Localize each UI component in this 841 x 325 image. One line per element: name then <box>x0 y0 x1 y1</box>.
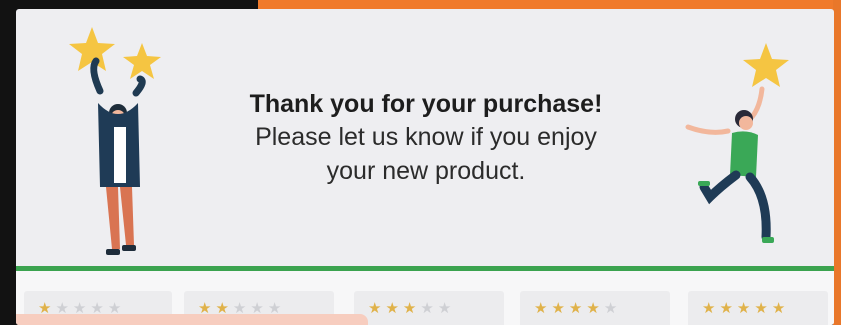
message-line-1: Please let us know if you enjoy <box>255 123 597 151</box>
star-icon: ★ <box>568 300 583 317</box>
star-icon: ★ <box>754 300 768 317</box>
star-icon: ★ <box>368 300 382 317</box>
rating-option-3-stars[interactable]: ★ ★ ★ ★ ★ <box>354 291 504 325</box>
star-icon: ★ <box>719 300 733 317</box>
overlay-tab <box>16 314 368 325</box>
rating-option-5-stars[interactable]: ★ ★ ★ ★ ★ <box>688 291 828 325</box>
rating-option-4-stars[interactable]: ★ ★ ★ ★ ★ <box>520 291 670 325</box>
star-icon: ★ <box>385 300 399 317</box>
star-icon: ★ <box>420 300 434 317</box>
star-icon: ★ <box>437 300 452 317</box>
star-icon: ★ <box>402 300 417 317</box>
star-icon: ★ <box>534 300 548 317</box>
star-icon: ★ <box>551 300 565 317</box>
frame-right-accent <box>833 0 841 325</box>
star-icon <box>123 43 161 79</box>
star-icon: ★ <box>603 300 618 317</box>
person-jumping-with-star-illustration <box>685 43 789 243</box>
star-icon: ★ <box>771 300 786 317</box>
star-icon: ★ <box>702 300 716 317</box>
star-icon <box>743 43 789 87</box>
person-holding-stars-illustration <box>69 27 161 255</box>
star-icon: ★ <box>586 300 600 317</box>
thank-you-card: Thank you for your purchase! Please let … <box>16 9 834 325</box>
thank-you-message: Thank you for your purchase! Please let … <box>166 88 686 188</box>
star-icon: ★ <box>736 300 751 317</box>
message-line-2: your new product. <box>326 157 526 185</box>
message-title: Thank you for your purchase! <box>249 90 603 118</box>
